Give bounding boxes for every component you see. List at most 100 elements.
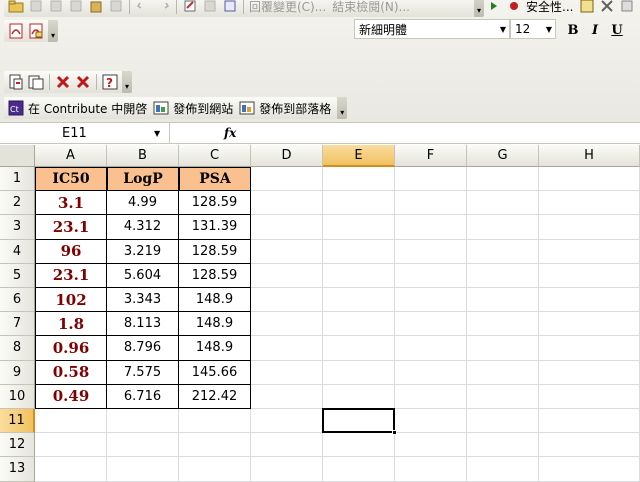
cell-d13[interactable] <box>251 457 323 482</box>
cell-g12[interactable] <box>467 433 539 458</box>
disabled-icon-2[interactable] <box>46 0 66 16</box>
convert-doc-icon[interactable] <box>6 72 26 92</box>
column-header-h[interactable]: H <box>539 145 640 167</box>
cell-h2[interactable] <box>539 191 640 216</box>
cell-a8[interactable]: 0.96 <box>35 336 107 361</box>
cell-f6[interactable] <box>395 288 467 313</box>
underline-button[interactable]: U <box>606 19 628 41</box>
select-all-corner[interactable] <box>0 145 35 167</box>
cell-c12[interactable] <box>179 433 251 458</box>
cell-f4[interactable] <box>395 239 467 264</box>
cell-g6[interactable] <box>467 288 539 313</box>
column-header-a[interactable]: A <box>35 145 107 167</box>
pdf-email-icon[interactable] <box>26 21 46 41</box>
cell-h7[interactable] <box>539 312 640 337</box>
disabled-icon-5[interactable] <box>200 0 220 16</box>
publish-blog-button[interactable]: 發佈到部落格 <box>257 100 335 117</box>
row-header-12[interactable]: 12 <box>0 433 35 458</box>
column-header-f[interactable]: F <box>395 145 467 167</box>
publish-site-button[interactable]: 發佈到網站 <box>171 100 237 117</box>
insert-function-icon[interactable]: fx <box>224 126 236 140</box>
cell-e13[interactable] <box>323 457 395 482</box>
cell-d1[interactable] <box>251 167 323 192</box>
row-header-4[interactable]: 4 <box>0 239 35 264</box>
toolbar-options-icon[interactable]: ▾ <box>337 97 348 119</box>
cell-a5[interactable]: 23.1 <box>35 263 107 288</box>
ribbon-icon[interactable] <box>617 0 637 16</box>
cell-e1[interactable] <box>323 167 395 192</box>
row-header-3[interactable]: 3 <box>0 215 35 240</box>
cell-e7[interactable] <box>323 312 395 337</box>
convert-sheet-icon[interactable] <box>26 72 46 92</box>
row-header-7[interactable]: 7 <box>0 312 35 337</box>
cell-e4[interactable] <box>323 239 395 264</box>
cell-c4[interactable]: 128.59 <box>179 239 251 264</box>
cell-f8[interactable] <box>395 336 467 361</box>
cell-f10[interactable] <box>395 384 467 409</box>
toolbar-options-icon[interactable]: ▾ <box>48 20 58 42</box>
cell-a3[interactable]: 23.1 <box>35 215 107 240</box>
contribute-icon[interactable]: Ct <box>6 98 26 118</box>
cell-h10[interactable] <box>539 384 640 409</box>
paste-icon[interactable] <box>86 0 106 16</box>
cell-g8[interactable] <box>467 336 539 361</box>
cell-c8[interactable]: 148.9 <box>179 336 251 361</box>
cell-f1[interactable] <box>395 167 467 192</box>
end-review-button[interactable]: 結束檢閱(N)... <box>330 0 414 15</box>
cell-h3[interactable] <box>539 215 640 240</box>
row-header-6[interactable]: 6 <box>0 288 35 313</box>
row-header-1[interactable]: 1 <box>0 167 35 192</box>
cell-c5[interactable]: 128.59 <box>179 263 251 288</box>
row-header-2[interactable]: 2 <box>0 191 35 216</box>
disabled-icon-4[interactable] <box>106 0 126 16</box>
column-header-e[interactable]: E <box>323 145 395 167</box>
bold-button[interactable]: B <box>562 19 584 41</box>
cell-c3[interactable]: 131.39 <box>179 215 251 240</box>
cell-h1[interactable] <box>539 167 640 192</box>
cell-e2[interactable] <box>323 191 395 216</box>
record-icon[interactable] <box>504 0 524 16</box>
chevron-down-icon[interactable]: ▼ <box>154 129 160 138</box>
cell-a13[interactable] <box>35 457 107 482</box>
cell-h5[interactable] <box>539 263 640 288</box>
cell-e8[interactable] <box>323 336 395 361</box>
cell-g4[interactable] <box>467 239 539 264</box>
cell-b3[interactable]: 4.312 <box>107 215 179 240</box>
design-mode-icon[interactable] <box>577 0 597 16</box>
cell-f7[interactable] <box>395 312 467 337</box>
cell-h13[interactable] <box>539 457 640 482</box>
cell-f12[interactable] <box>395 433 467 458</box>
cell-f9[interactable] <box>395 360 467 385</box>
column-header-b[interactable]: B <box>107 145 179 167</box>
cell-d10[interactable] <box>251 384 323 409</box>
cell-e3[interactable] <box>323 215 395 240</box>
cell-g3[interactable] <box>467 215 539 240</box>
row-header-5[interactable]: 5 <box>0 263 35 288</box>
cell-c1[interactable]: PSA <box>179 167 251 192</box>
cell-d5[interactable] <box>251 263 323 288</box>
cell-g7[interactable] <box>467 312 539 337</box>
cell-c6[interactable]: 148.9 <box>179 288 251 313</box>
row-header-10[interactable]: 10 <box>0 384 35 409</box>
reply-changes-button[interactable]: 回覆變更(C)... <box>247 0 330 15</box>
security-button[interactable]: 安全性... <box>524 0 577 15</box>
cell-b9[interactable]: 7.575 <box>107 360 179 385</box>
cell-e12[interactable] <box>323 433 395 458</box>
edit-icon[interactable] <box>180 0 200 16</box>
fill-handle[interactable] <box>392 430 397 436</box>
contribute-open-button[interactable]: 在 Contribute 中開啓 <box>26 100 151 117</box>
cell-b12[interactable] <box>107 433 179 458</box>
cell-f3[interactable] <box>395 215 467 240</box>
cell-b7[interactable]: 8.113 <box>107 312 179 337</box>
cell-a10[interactable]: 0.49 <box>35 384 107 409</box>
cell-d8[interactable] <box>251 336 323 361</box>
cell-e10[interactable] <box>323 384 395 409</box>
publish-blog-icon[interactable] <box>237 98 257 118</box>
disabled-icon-1[interactable] <box>26 0 46 16</box>
play-icon[interactable] <box>484 0 504 16</box>
cell-g13[interactable] <box>467 457 539 482</box>
pdf-icon[interactable] <box>6 21 26 41</box>
cell-a2[interactable]: 3.1 <box>35 191 107 216</box>
cell-a12[interactable] <box>35 433 107 458</box>
row-header-8[interactable]: 8 <box>0 336 35 361</box>
